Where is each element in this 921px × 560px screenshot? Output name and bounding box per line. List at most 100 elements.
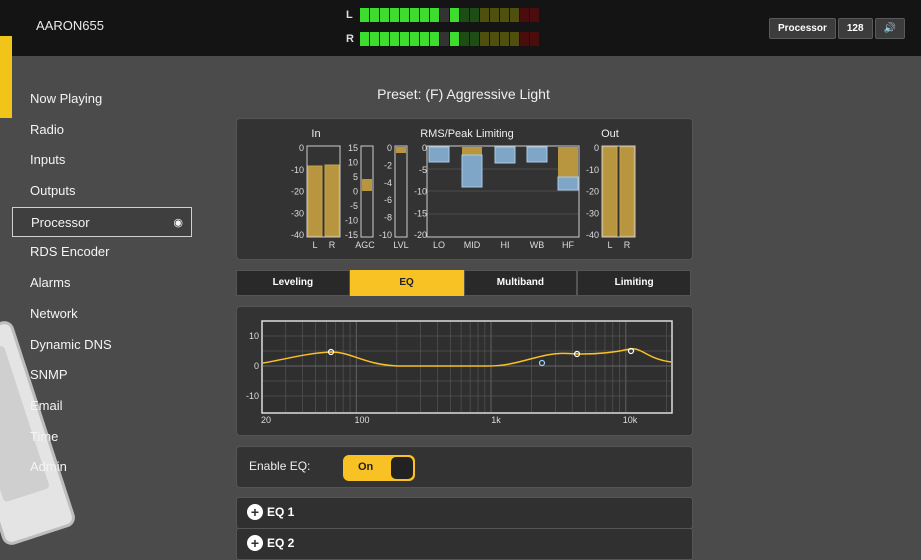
- meter-tick-label: -15: [414, 208, 427, 218]
- tab-multiband[interactable]: Multiband: [463, 270, 578, 296]
- band-label: LO: [433, 240, 445, 250]
- band-label: HI: [501, 240, 510, 250]
- meter-segment: [500, 32, 509, 46]
- tab-leveling[interactable]: Leveling: [236, 270, 350, 296]
- sidebar-item-snmp[interactable]: SNMP: [12, 360, 192, 391]
- sidebar-item-label: Inputs: [30, 152, 66, 168]
- meter-tick-label: 0: [353, 187, 358, 197]
- meter-tick-label: -20: [586, 187, 599, 197]
- processor-tabs: Leveling EQ Multiband Limiting: [236, 270, 691, 296]
- sidebar-item-inputs[interactable]: Inputs: [12, 145, 192, 176]
- in-right-bar: [324, 164, 340, 237]
- bitrate-badge[interactable]: 128: [837, 18, 873, 39]
- meter-segment: [410, 32, 419, 46]
- band-label: WB: [530, 240, 545, 250]
- speaker-icon[interactable]: 🔊: [874, 18, 905, 39]
- meter-tick-label: -20: [291, 187, 304, 197]
- meter-tick-label: -20: [414, 230, 427, 240]
- meter-tick-label: -5: [419, 165, 427, 175]
- meter-tick-label: -30: [586, 208, 599, 218]
- meter-right: R: [346, 30, 540, 48]
- meter-segment: [460, 32, 469, 46]
- eq-x-tick: 100: [354, 415, 369, 425]
- sidebar-item-radio[interactable]: Radio: [12, 115, 192, 146]
- meter-left-label: L: [346, 9, 353, 21]
- band-hf-bar: [557, 176, 579, 191]
- eq-x-tick: 1k: [491, 415, 501, 425]
- rms-limiting-meter: 0 -5 -10 -15 -20 LO MID HI WB HF: [414, 143, 580, 250]
- meter-segment: [420, 32, 429, 46]
- eq-x-tick: 10k: [623, 415, 638, 425]
- band-hi-bar: [494, 146, 516, 164]
- enable-eq-row: Enable EQ: On: [236, 446, 693, 488]
- out-title: Out: [601, 128, 619, 140]
- out-right-bar: [619, 146, 635, 237]
- meter-segment: [530, 32, 539, 46]
- sidebar-item-label: Network: [30, 305, 78, 321]
- top-bar: AARON655 L R Processor 128 🔊: [0, 0, 921, 56]
- agc-label: AGC: [355, 240, 375, 250]
- sidebar-item-now-playing[interactable]: Now Playing: [12, 84, 192, 115]
- sidebar-item-network[interactable]: Network: [12, 299, 192, 330]
- meter-tick-label: 0: [422, 143, 427, 153]
- meter-right-label: R: [346, 33, 354, 45]
- meter-tick-label: -10: [379, 230, 392, 240]
- meter-segment: [460, 8, 469, 22]
- meter-segment: [480, 32, 489, 46]
- meter-segment: [490, 32, 499, 46]
- meter-tick-label: -30: [291, 208, 304, 218]
- meter-segment: [530, 8, 539, 22]
- sidebar-item-time[interactable]: Time: [12, 422, 192, 453]
- meter-segment: [500, 8, 509, 22]
- meter-segment: [400, 8, 409, 22]
- sidebar-item-admin[interactable]: Admin: [12, 452, 192, 483]
- tab-limiting[interactable]: Limiting: [577, 270, 691, 296]
- eq1-accordion[interactable]: + EQ 1: [236, 497, 693, 529]
- meter-tick-label: -40: [291, 230, 304, 240]
- meter-segment: [440, 8, 449, 22]
- meter-tick-label: 0: [594, 143, 599, 153]
- sidebar-item-alarms[interactable]: Alarms: [12, 268, 192, 299]
- band-wb-bar: [526, 146, 548, 163]
- meter-segment: [470, 8, 479, 22]
- in-r-label: R: [329, 240, 336, 250]
- meter-left-segments: [360, 8, 540, 22]
- eq2-accordion[interactable]: + EQ 2: [236, 528, 693, 560]
- meter-segment: [370, 8, 379, 22]
- meter-segment: [380, 32, 389, 46]
- sidebar-item-label: Time: [30, 428, 59, 444]
- sidebar-item-outputs[interactable]: Outputs: [12, 176, 192, 207]
- meter-segment: [470, 32, 479, 46]
- meter-segment: [370, 32, 379, 46]
- meter-segment: [510, 32, 519, 46]
- lvl-label: LVL: [393, 240, 408, 250]
- meter-segment: [440, 32, 449, 46]
- sidebar-item-label: SNMP: [30, 367, 68, 383]
- sidebar-item-email[interactable]: Email: [12, 391, 192, 422]
- meter-right-segments: [360, 32, 540, 46]
- sidebar-item-label: Radio: [30, 121, 64, 137]
- enable-eq-toggle[interactable]: On: [343, 455, 415, 481]
- mode-badge[interactable]: Processor: [768, 18, 836, 39]
- rms-title: RMS/Peak Limiting: [420, 128, 514, 140]
- meter-segment: [390, 32, 399, 46]
- band-label: MID: [464, 240, 481, 250]
- meter-segment: [430, 32, 439, 46]
- sidebar-item-rds-encoder[interactable]: RDS Encoder: [12, 237, 192, 268]
- out-meter: 0 -10 -20 -30 -40 L R: [586, 143, 636, 250]
- meter-tick-label: -10: [291, 165, 304, 175]
- eq-y-tick: 10: [249, 331, 259, 341]
- tab-eq[interactable]: EQ: [349, 270, 464, 296]
- band-hf-peak: [558, 147, 578, 177]
- band-mid-bar: [461, 154, 483, 188]
- sidebar-item-processor[interactable]: Processor ◉: [12, 206, 192, 238]
- meter-segment: [420, 8, 429, 22]
- eq2-label: EQ 2: [267, 536, 295, 550]
- band-label: HF: [562, 240, 574, 250]
- meter-tick-label: -10: [586, 165, 599, 175]
- sidebar-item-dynamic-dns[interactable]: Dynamic DNS: [12, 330, 192, 361]
- level-meters-panel: In RMS/Peak Limiting Out 0 -10 -20 -30 -40 L…: [236, 118, 693, 260]
- eq-chart[interactable]: 10 0 -10 20 100 1k 10k: [237, 307, 692, 435]
- meter-tick-label: -10: [345, 216, 358, 226]
- band-mid-peak: [462, 147, 482, 155]
